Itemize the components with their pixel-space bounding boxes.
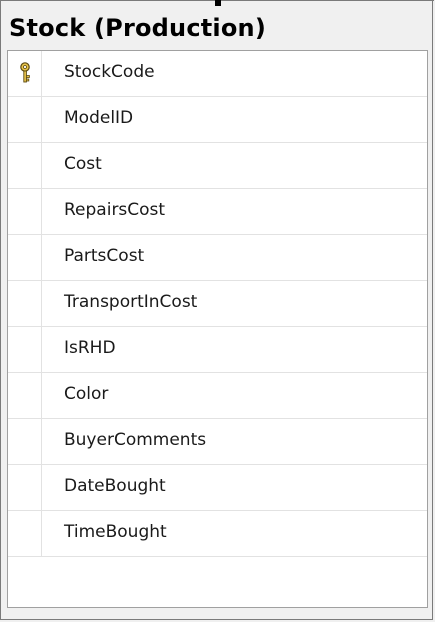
column-name: ModelID bbox=[64, 108, 134, 128]
column-name: TimeBought bbox=[64, 522, 167, 542]
column-name-cell[interactable]: Color bbox=[42, 373, 427, 419]
column-name-cell[interactable]: BuyerComments bbox=[42, 419, 427, 465]
column-row[interactable]: BuyerComments bbox=[8, 419, 427, 465]
row-selector[interactable] bbox=[8, 419, 42, 465]
column-name: PartsCost bbox=[64, 246, 145, 266]
column-row[interactable]: IsRHD bbox=[8, 327, 427, 373]
column-row[interactable]: DateBought bbox=[8, 465, 427, 511]
row-selector[interactable] bbox=[8, 373, 42, 419]
column-name-cell[interactable]: ModelID bbox=[42, 97, 427, 143]
column-name: TransportInCost bbox=[64, 292, 198, 312]
row-selector[interactable] bbox=[8, 281, 42, 327]
column-row[interactable]: ModelID bbox=[8, 97, 427, 143]
row-selector[interactable] bbox=[8, 511, 42, 557]
column-name: DateBought bbox=[64, 476, 166, 496]
column-name-cell[interactable]: DateBought bbox=[42, 465, 427, 511]
row-selector[interactable] bbox=[8, 97, 42, 143]
column-name: RepairsCost bbox=[64, 200, 166, 220]
table-window[interactable]: Stock (Production) StockCode ModelID Cos… bbox=[0, 0, 434, 620]
column-name-cell[interactable]: PartsCost bbox=[42, 235, 427, 281]
column-name: IsRHD bbox=[64, 338, 116, 358]
row-selector[interactable] bbox=[8, 465, 42, 511]
column-row[interactable]: TimeBought bbox=[8, 511, 427, 557]
row-selector[interactable] bbox=[8, 327, 42, 373]
connector-notch bbox=[215, 0, 221, 6]
column-name: Color bbox=[64, 384, 109, 404]
row-selector[interactable] bbox=[8, 189, 42, 235]
key-icon bbox=[20, 62, 30, 83]
column-row[interactable]: PartsCost bbox=[8, 235, 427, 281]
row-selector[interactable] bbox=[8, 143, 42, 189]
row-selector[interactable] bbox=[8, 235, 42, 281]
window-top-edge bbox=[1, 0, 434, 10]
column-name: StockCode bbox=[64, 62, 155, 82]
column-name-cell[interactable]: IsRHD bbox=[42, 327, 427, 373]
column-row[interactable]: RepairsCost bbox=[8, 189, 427, 235]
column-name-cell[interactable]: RepairsCost bbox=[42, 189, 427, 235]
column-name-cell[interactable]: StockCode bbox=[42, 51, 427, 97]
column-grid[interactable]: StockCode ModelID Cost RepairsCost Parts… bbox=[7, 50, 428, 608]
column-row[interactable]: StockCode bbox=[8, 51, 427, 97]
column-row[interactable]: Color bbox=[8, 373, 427, 419]
column-row[interactable]: TransportInCost bbox=[8, 281, 427, 327]
table-title[interactable]: Stock (Production) bbox=[9, 14, 266, 42]
column-list: StockCode ModelID Cost RepairsCost Parts… bbox=[8, 51, 427, 557]
column-name: BuyerComments bbox=[64, 430, 207, 450]
column-name-cell[interactable]: Cost bbox=[42, 143, 427, 189]
row-selector[interactable] bbox=[8, 51, 42, 97]
column-name-cell[interactable]: TransportInCost bbox=[42, 281, 427, 327]
column-name-cell[interactable]: TimeBought bbox=[42, 511, 427, 557]
column-row[interactable]: Cost bbox=[8, 143, 427, 189]
column-name: Cost bbox=[64, 154, 102, 174]
